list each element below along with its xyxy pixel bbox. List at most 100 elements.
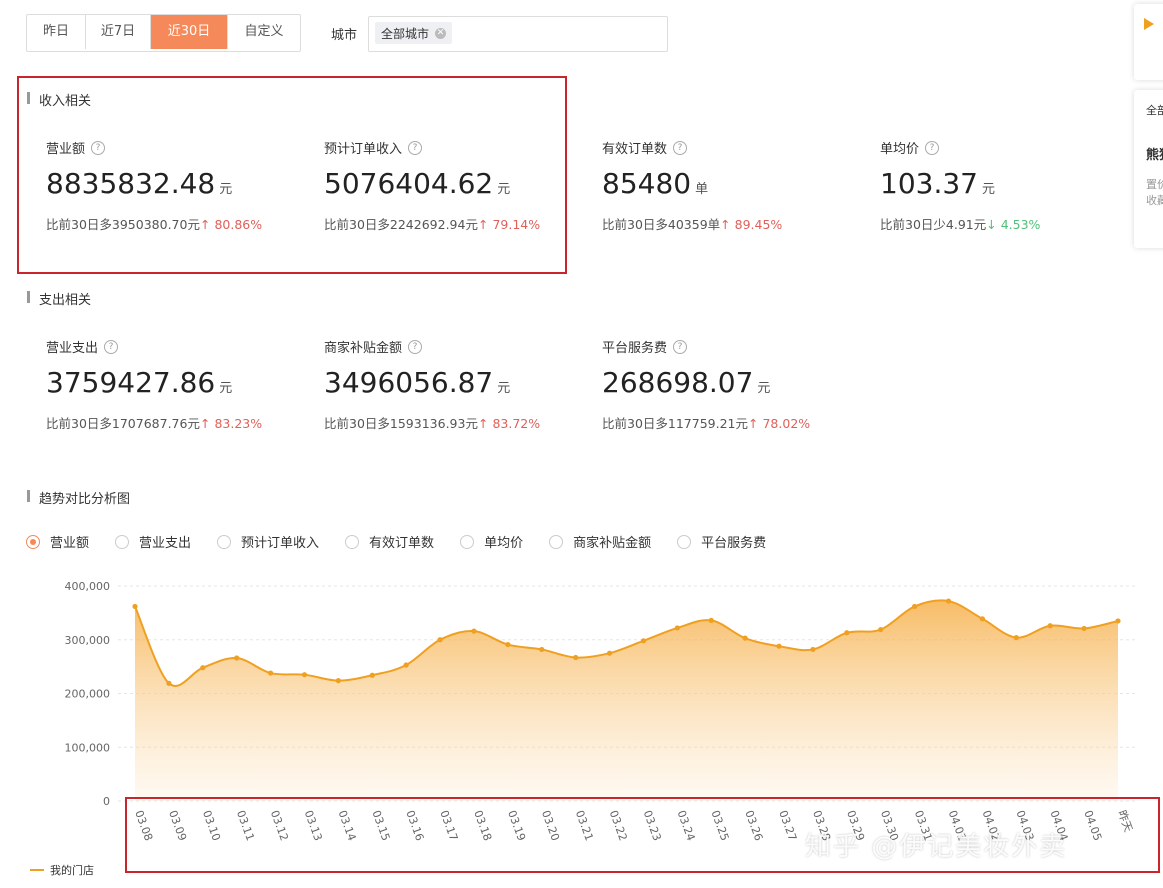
data-point[interactable]	[674, 625, 680, 631]
help-icon[interactable]: ?	[408, 140, 423, 155]
metric-label: 营业额	[46, 142, 86, 157]
data-point[interactable]	[1115, 618, 1121, 624]
data-point[interactable]	[335, 678, 341, 684]
legend-label: 我的门店	[50, 864, 94, 877]
data-point[interactable]	[234, 655, 240, 661]
radio-merchant-subsidy[interactable]: 商家补贴金额	[549, 532, 651, 551]
data-point[interactable]	[606, 650, 613, 656]
radio-label: 有效订单数	[369, 536, 435, 551]
help-icon[interactable]: ?	[91, 140, 106, 155]
metric-compare: 比前30日少4.91元	[880, 217, 987, 232]
metric-expected-order-income: 预计订单收入? 5076404.62 元 比前30日多2242692.94元↑ 7…	[324, 138, 584, 233]
help-icon[interactable]: ?	[673, 140, 688, 155]
data-point[interactable]	[573, 654, 579, 661]
tab-yesterday[interactable]: 昨日	[27, 15, 86, 49]
metric-unit: 元	[981, 182, 995, 197]
data-point[interactable]	[301, 672, 308, 678]
metric-compare: 比前30日多40359单	[602, 217, 721, 232]
data-point[interactable]	[200, 665, 206, 671]
data-point[interactable]	[437, 637, 443, 643]
data-point[interactable]	[810, 646, 816, 653]
help-icon[interactable]: ?	[925, 140, 940, 155]
trend-metric-selector: 营业额 营业支出 预计订单收入 有效订单数 单均价 商家补贴金额 平台服务费	[26, 532, 792, 551]
tab-custom[interactable]: 自定义	[228, 15, 300, 49]
metric-compare: 比前30日多1593136.93元	[324, 416, 478, 431]
y-tick-label: 0	[103, 795, 110, 808]
data-point[interactable]	[708, 617, 714, 624]
metric-percent: 83.72%	[492, 416, 541, 431]
metric-unit: 元	[757, 381, 771, 396]
data-point[interactable]	[776, 643, 782, 649]
data-point[interactable]	[1013, 635, 1019, 641]
close-icon[interactable]: ✕	[435, 27, 447, 39]
metric-platform-fee: 平台服务费? 268698.07 元 比前30日多117759.21元↑ 78.0…	[602, 337, 862, 432]
side-panel-text: 收藏	[1146, 194, 1163, 207]
metric-compare: 比前30日多1707687.76元	[46, 416, 200, 431]
metric-value: 8835832.48	[46, 167, 216, 200]
metric-percent: 79.14%	[492, 217, 541, 232]
watermark: 知乎 @伊记美妆外卖	[805, 832, 1068, 862]
metric-percent: 89.45%	[734, 217, 783, 232]
arrow-up-icon: ↑	[477, 217, 489, 232]
chart-legend[interactable]: 我的门店	[30, 862, 94, 878]
data-point[interactable]	[267, 670, 274, 676]
data-point[interactable]	[539, 646, 545, 653]
metric-unit: 元	[497, 182, 511, 197]
data-point[interactable]	[1081, 625, 1087, 632]
data-point[interactable]	[1047, 623, 1053, 629]
metric-label: 平台服务费	[602, 341, 668, 356]
radio-avg-price[interactable]: 单均价	[460, 532, 523, 551]
radio-valid-orders[interactable]: 有效订单数	[345, 532, 434, 551]
data-point[interactable]	[844, 630, 850, 636]
metric-percent: 83.23%	[214, 416, 263, 431]
metric-merchant-subsidy: 商家补贴金额? 3496056.87 元 比前30日多1593136.93元↑ 8…	[324, 337, 584, 432]
radio-label: 单均价	[484, 536, 524, 551]
metric-value: 3759427.86	[46, 366, 216, 399]
radio-icon	[345, 534, 360, 549]
data-point[interactable]	[132, 603, 138, 610]
metric-revenue: 营业额? 8835832.48 元 比前30日多3950380.70元↑ 80.8…	[46, 138, 306, 233]
metric-value: 103.37	[880, 167, 978, 200]
arrow-up-icon: ↑	[720, 217, 731, 232]
data-point[interactable]	[369, 672, 375, 678]
megaphone-icon	[1144, 18, 1154, 30]
radio-expected-order-income[interactable]: 预计订单收入	[217, 532, 319, 551]
legend-line-icon	[30, 869, 44, 871]
notification-popup[interactable]	[1134, 4, 1163, 80]
metric-label: 预计订单收入	[324, 142, 403, 157]
radio-icon	[217, 534, 232, 549]
metric-label: 营业支出	[46, 341, 99, 356]
radio-label: 商家补贴金额	[573, 536, 652, 551]
radio-label: 平台服务费	[701, 536, 767, 551]
help-icon[interactable]: ?	[104, 339, 119, 354]
data-point[interactable]	[505, 641, 511, 648]
radio-label: 营业支出	[139, 536, 192, 551]
data-point[interactable]	[166, 680, 172, 686]
tab-last-30-days[interactable]: 近30日	[151, 15, 228, 49]
radio-icon	[549, 534, 564, 549]
radio-icon	[115, 534, 130, 549]
radio-revenue[interactable]: 营业额	[26, 532, 89, 551]
radio-checked-icon	[26, 534, 40, 549]
arrow-up-icon: ↑	[199, 217, 211, 232]
data-point[interactable]	[878, 626, 884, 633]
metric-label: 有效订单数	[602, 142, 668, 157]
metric-value: 3496056.87	[324, 366, 494, 399]
data-point[interactable]	[640, 638, 647, 644]
radio-operating-expense[interactable]: 营业支出	[115, 532, 191, 551]
tab-last-7-days[interactable]: 近7日	[86, 15, 151, 49]
y-tick-label: 300,000	[65, 634, 111, 647]
metric-percent: 78.02%	[762, 416, 811, 431]
radio-platform-fee[interactable]: 平台服务费	[677, 532, 766, 551]
city-select[interactable]: 全部城市 ✕	[368, 16, 668, 52]
data-point[interactable]	[403, 662, 409, 668]
data-point[interactable]	[945, 598, 952, 604]
data-point[interactable]	[979, 616, 986, 622]
data-point[interactable]	[742, 635, 748, 641]
help-icon[interactable]: ?	[408, 339, 423, 354]
help-icon[interactable]: ?	[673, 339, 688, 354]
data-point[interactable]	[912, 603, 918, 610]
date-range-tabs: 昨日 近7日 近30日 自定义	[26, 14, 301, 52]
city-tag: 全部城市 ✕	[375, 22, 453, 44]
data-point[interactable]	[471, 628, 477, 634]
